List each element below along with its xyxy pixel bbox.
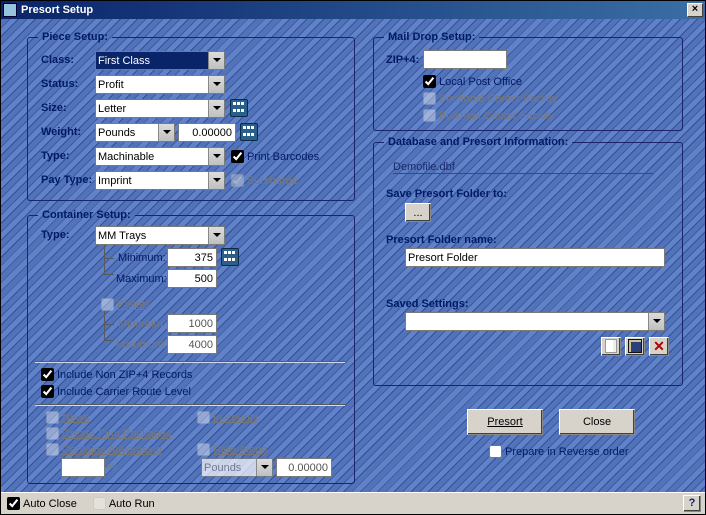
label-saved-settings: Saved Settings: (386, 298, 469, 310)
label-save-to: Save Presort Folder to: (386, 188, 507, 200)
label-class: Class: (41, 54, 74, 66)
tray-tool-icon[interactable] (221, 248, 239, 266)
close-button[interactable]: Close (559, 409, 635, 435)
client-area: Piece Setup: Class: First Class Status: … (1, 19, 705, 492)
label-status: Status: (41, 78, 78, 90)
pallet-max-input (167, 335, 217, 354)
pallet-min-input (167, 314, 217, 333)
adv-percent-input (61, 458, 105, 477)
zip4-input[interactable] (423, 50, 507, 69)
piece-type-select[interactable]: Machinable (95, 147, 225, 166)
label-weight: Weight: (41, 126, 81, 138)
folder-name-input[interactable] (405, 248, 665, 267)
tray-max-input[interactable] (167, 269, 217, 288)
percent-label: % (107, 461, 117, 473)
surcharge-checkbox: Surcharge (231, 174, 298, 187)
dbfile-text: Demofile.dbf (393, 161, 653, 174)
label-zip4: ZIP+4: (386, 54, 419, 66)
label-tray-min: Minimum: (118, 252, 166, 264)
label-pallet-max: Maximum: (116, 339, 167, 351)
footer: Auto Close Auto Run ? (1, 492, 705, 514)
size-select[interactable]: Letter (95, 99, 225, 118)
weight-tool-icon[interactable] (240, 123, 258, 141)
paytype-select[interactable]: Imprint (95, 171, 225, 190)
ridealong-value-input (276, 458, 332, 477)
label-paytype: Pay Type: (41, 174, 92, 186)
delete-icon: ✕ (653, 338, 665, 354)
incounty-checkbox: In-county (197, 411, 258, 424)
maildrop-legend: Mail Drop Setup: (384, 31, 479, 43)
label-tray-max: Maximum: (116, 273, 167, 285)
container-type-select[interactable]: MM Trays (95, 226, 225, 245)
label-folder-name: Presort Folder name: (386, 234, 497, 246)
include-nonzip4-checkbox[interactable]: Include Non ZIP+4 Records (41, 368, 192, 381)
include-crr-checkbox[interactable]: Include Carrier Route Level (41, 385, 191, 398)
presort-button[interactable]: Presort (467, 409, 543, 435)
auto-run-checkbox: Auto Run (93, 497, 155, 510)
print-barcodes-checkbox[interactable]: Print Barcodes (231, 150, 319, 163)
size-tool-icon[interactable] (230, 99, 248, 117)
news-checkbox: News (46, 411, 90, 424)
ridealong-unit-select: Pounds (201, 458, 273, 477)
label-pallet-min: Minimum: (118, 318, 166, 330)
save-settings-button[interactable] (625, 337, 645, 356)
weight-value-input[interactable] (178, 123, 236, 142)
pallets-checkbox: Pallets (101, 298, 150, 311)
ridealong-checkbox: Ride-Along (197, 443, 267, 456)
window-title: Presort Setup (21, 4, 687, 16)
scf-checkbox: Sectional Center Facility (423, 92, 558, 105)
class-select[interactable]: First Class (95, 51, 225, 70)
auto-close-checkbox[interactable]: Auto Close (7, 497, 77, 510)
label-type: Type: (41, 150, 70, 162)
saved-settings-select[interactable] (405, 312, 665, 331)
help-button[interactable]: ? (683, 495, 701, 512)
label-size: Size: (41, 102, 67, 114)
label-container-type: Type: (41, 229, 70, 241)
weight-unit-select[interactable]: Pounds (95, 123, 175, 142)
contains-adv-checkbox: Contains Advertising (46, 443, 162, 456)
new-settings-button[interactable] (601, 337, 621, 356)
reverse-order-checkbox[interactable]: Prepare in Reverse order (489, 445, 629, 458)
piece-setup-legend: Piece Setup: (38, 31, 112, 43)
local-po-checkbox[interactable]: Local Post Office (423, 75, 522, 88)
dbinfo-legend: Database and Presort Information: (384, 136, 572, 148)
container-setup-legend: Container Setup: (38, 209, 135, 221)
firm-packages-checkbox: Create Firm Packages (46, 427, 171, 440)
browse-folder-button[interactable]: ... (405, 203, 431, 222)
app-icon (3, 3, 17, 17)
delete-settings-button[interactable]: ✕ (649, 337, 669, 356)
close-icon[interactable]: × (687, 3, 703, 17)
bmc-checkbox: Bulkmail Center Facility (423, 109, 554, 122)
tray-min-input[interactable] (167, 248, 217, 267)
status-select[interactable]: Profit (95, 75, 225, 94)
